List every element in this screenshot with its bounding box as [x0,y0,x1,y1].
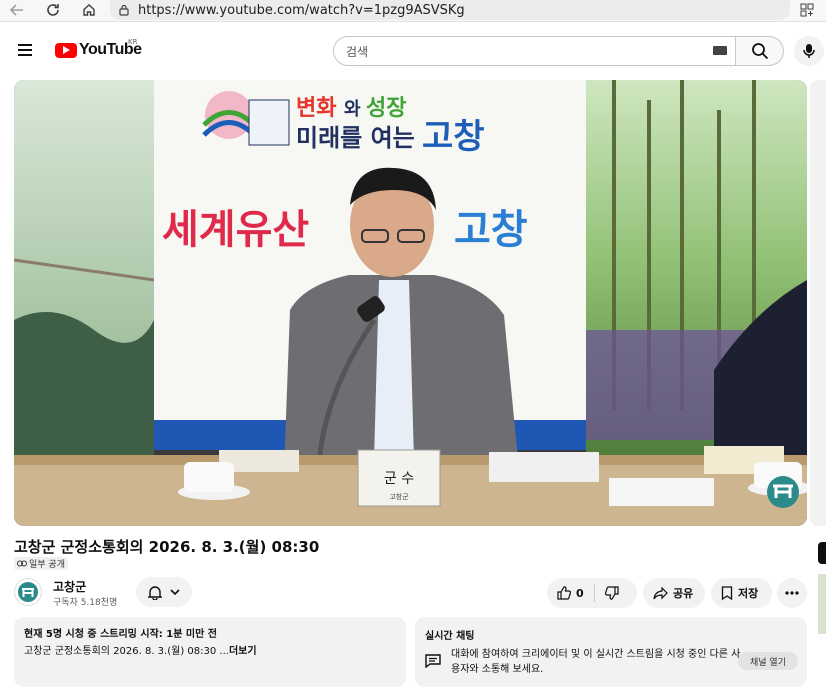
channel-avatar[interactable] [14,578,42,606]
bell-icon [148,585,162,600]
banner-text-future: 미래를 여는 [296,124,415,152]
live-chat-title: 실시간 채팅 [425,631,475,642]
open-chat-button[interactable]: 채널 열기 [738,652,798,670]
share-icon [653,586,668,599]
microphone-icon [803,44,815,58]
like-button[interactable]: 0 [547,578,594,608]
browser-toolbar: https://www.youtube.com/watch?v=1pzg9ASV… [0,0,826,22]
thumbs-down-icon [604,586,619,600]
live-chat-panel: 실시간 채팅 대화에 참여하여 크리에이터 및 이 실시간 스트림을 시청 중인… [415,617,807,687]
home-icon[interactable] [78,0,100,20]
address-bar[interactable]: https://www.youtube.com/watch?v=1pzg9ASV… [110,0,790,20]
chat-bubble-icon [425,654,441,668]
thumbs-up-icon [557,586,571,600]
share-button[interactable]: 공유 [643,578,705,608]
keyboard-icon[interactable] [713,46,727,55]
url-text: https://www.youtube.com/watch?v=1pzg9ASV… [138,2,465,18]
bookmark-icon [721,586,733,600]
search-placeholder: 검색 [346,44,369,59]
reload-icon[interactable] [42,0,64,20]
slogan-gochang: 고창 [454,207,528,253]
search-button[interactable] [736,36,784,66]
description-text: 고창군 군정소통회의 2026. 8. 3.(월) 08:30 ... [24,646,229,657]
banner-text-gochang: 고창 [422,117,485,157]
like-dislike-group: 0 [547,578,637,608]
country-code: KR [128,38,138,46]
more-actions-button[interactable] [777,578,807,608]
side-panel-edge [810,80,826,526]
subscriber-count: 구독자 5.18천명 [53,598,118,608]
hamburger-menu-icon[interactable] [18,38,42,62]
live-chat-prompt: 대화에 참여하여 크리에이터 및 이 실시간 스트림을 시청 중인 다른 사용자… [451,649,741,675]
link-icon [17,560,27,567]
show-more-link[interactable]: 더보기 [229,646,257,657]
banner-text-and: 와 [344,99,361,120]
recommendations-edge [818,542,826,692]
description-box[interactable]: 현재 5명 시청 중 스트리밍 시작: 1분 미만 전 고창군 군정소통회의 2… [14,617,406,687]
chevron-down-icon [170,589,180,595]
video-frame: 변화 와 성장 미래를 여는 고창 세계유산 고창 군 수 고창군 [14,80,807,526]
share-label: 공유 [673,587,694,600]
visibility-badge: 일부 공개 [14,557,68,570]
visibility-label: 일부 공개 [29,560,65,570]
youtube-header: YouTube KR 검색 [0,28,826,72]
youtube-play-icon [55,42,77,58]
banner-text-change: 변화 [296,96,336,121]
lock-icon [119,4,129,16]
voice-search-button[interactable] [794,36,824,66]
save-label: 저장 [738,587,759,600]
channel-name[interactable]: 고창군 [53,578,86,595]
extensions-icon[interactable] [796,0,818,20]
video-player[interactable]: 변화 와 성장 미래를 여는 고창 세계유산 고창 군 수 고창군 [14,80,807,526]
more-horizontal-icon [785,591,799,595]
view-stream-meta: 현재 5명 시청 중 스트리밍 시작: 1분 미만 전 [24,629,217,640]
search-icon [751,43,768,60]
channel-watermark-icon [767,476,799,508]
search-input[interactable]: 검색 [333,36,736,66]
banner-text-growth: 성장 [366,96,406,121]
dislike-button[interactable] [595,578,629,608]
like-count: 0 [576,586,584,600]
back-icon[interactable] [6,0,28,20]
nameplate-text: 군 수 [384,471,414,487]
slogan-world-heritage: 세계유산 [162,207,309,253]
save-button[interactable]: 저장 [711,578,772,608]
notification-bell-button[interactable] [136,577,192,607]
gochang-logo-icon [18,582,38,602]
video-title: 고창군 군정소통회의 2026. 8. 3.(월) 08:30 [14,538,320,556]
nameplate-subtext: 고창군 [389,493,409,501]
